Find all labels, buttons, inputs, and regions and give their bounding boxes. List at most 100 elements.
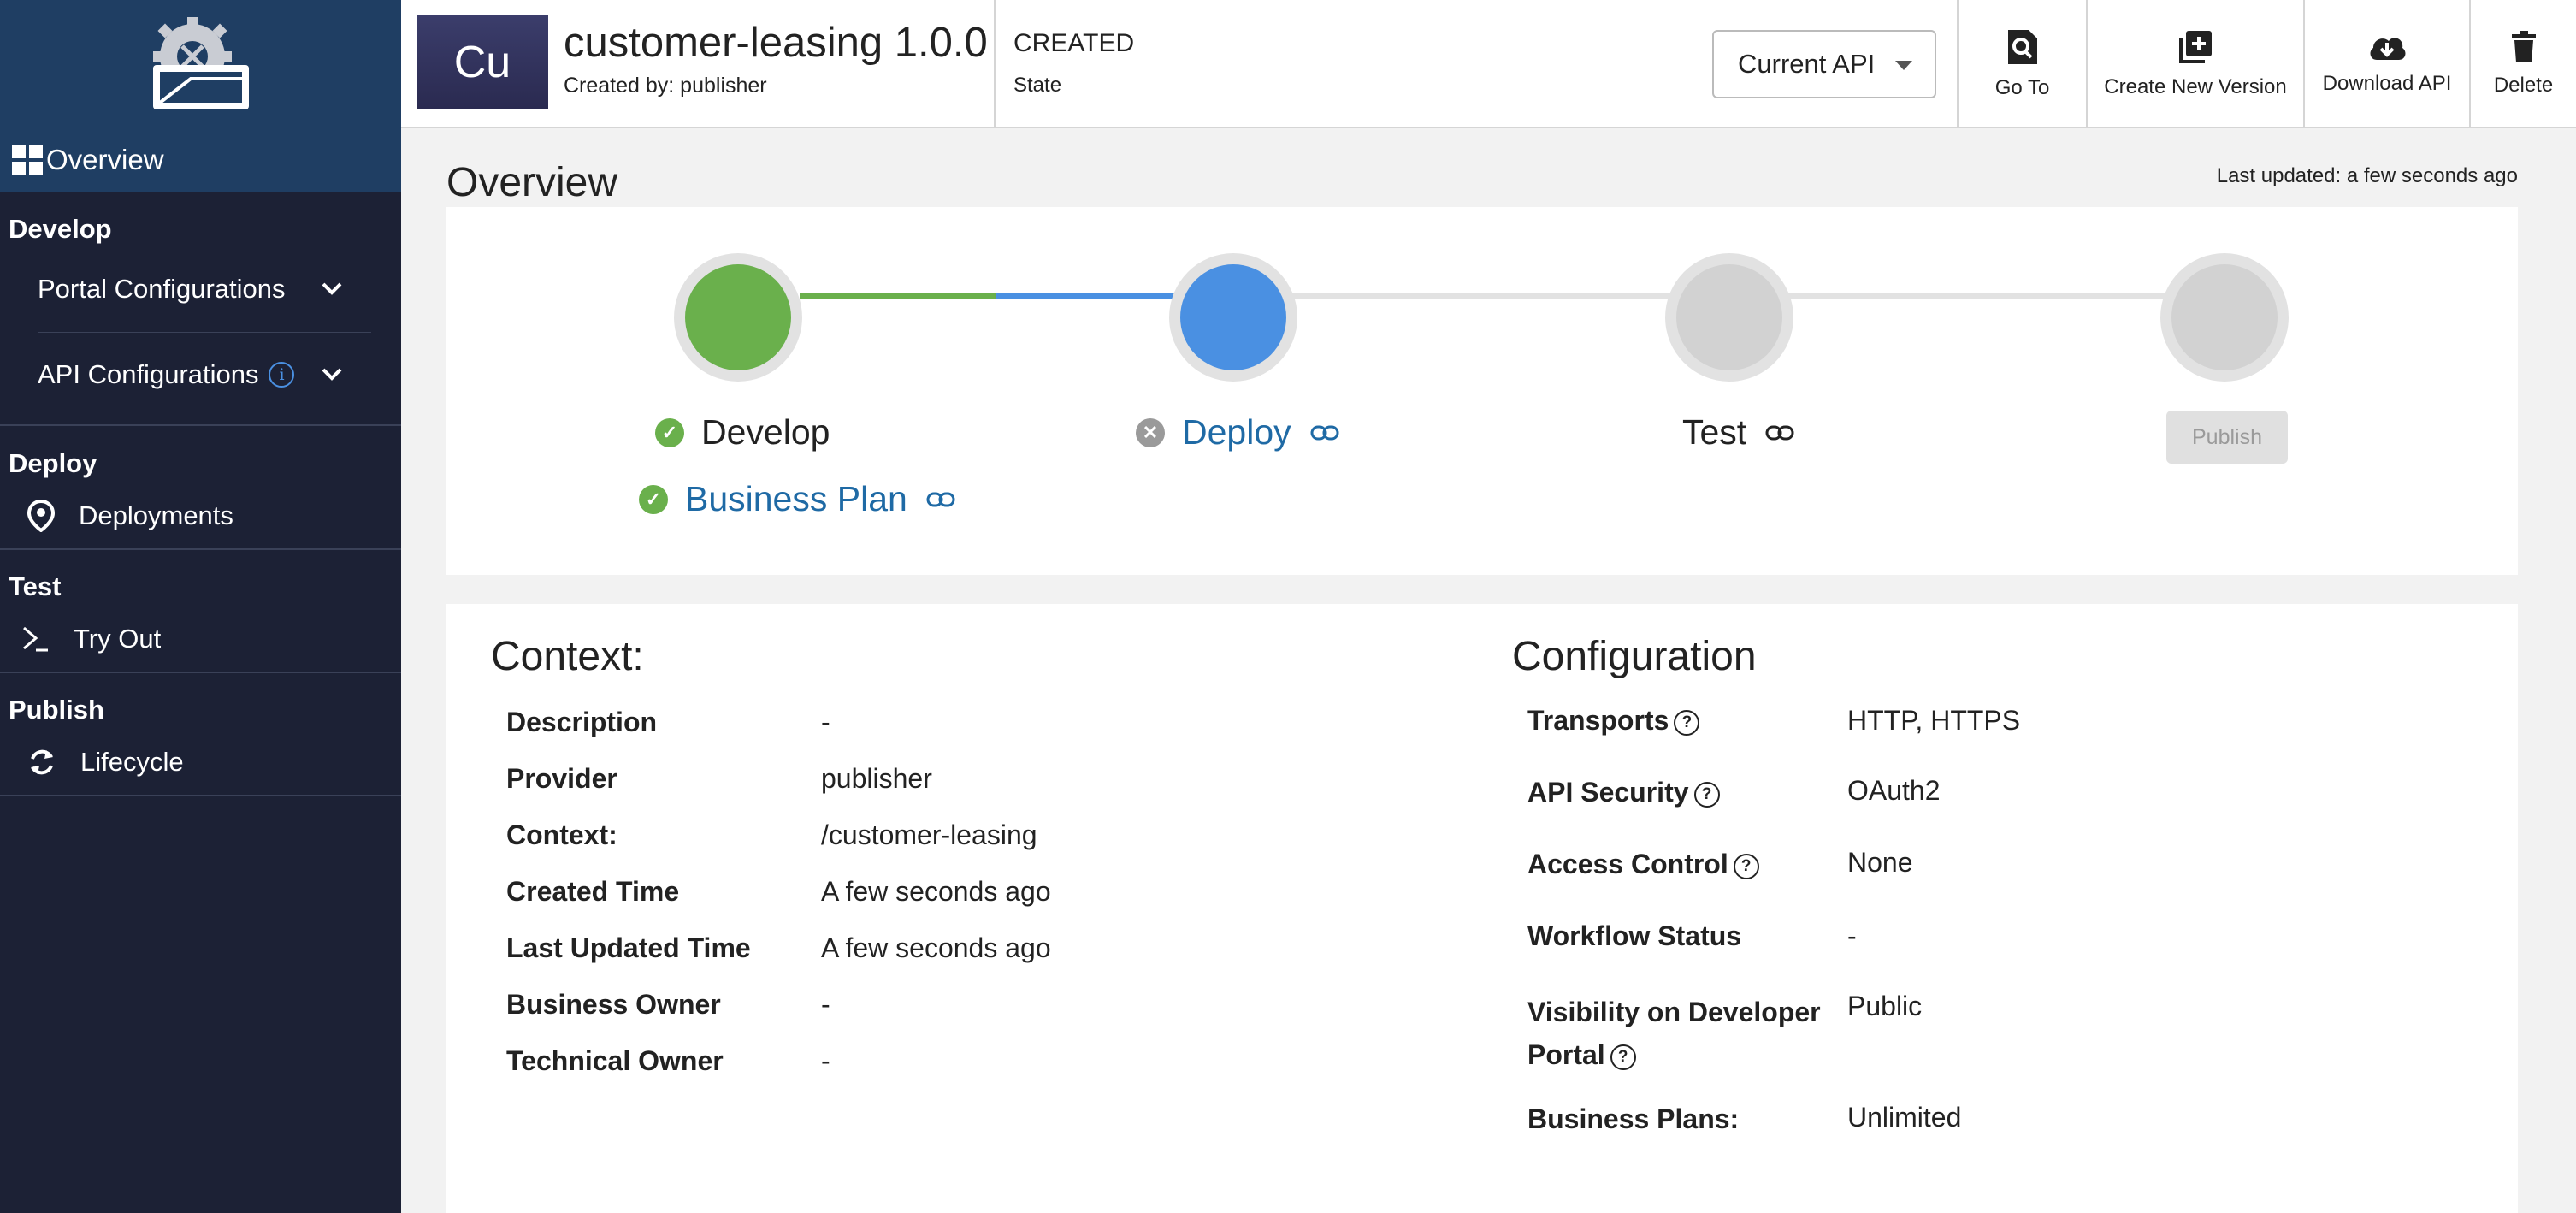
sidebar-item-overview[interactable]: Overview (0, 128, 401, 192)
lifecycle-card: ✓ Develop ✓ Business Plan ✕ Deploy Test … (446, 207, 2518, 575)
transports-value: HTTP, HTTPS (1847, 705, 2021, 736)
track-deploy (996, 293, 1193, 299)
stage-business-plan[interactable]: ✓ Business Plan (639, 479, 955, 519)
stage-develop-circle (674, 253, 802, 382)
context-value: - (821, 707, 830, 737)
stage-test: Test (1682, 412, 1794, 453)
gear-logo-icon (152, 17, 249, 109)
visibility-key-line1: Visibility on Developer (1527, 997, 1821, 1027)
context-key: Technical Owner (506, 1045, 724, 1076)
version-select[interactable]: Current API (1712, 30, 1936, 98)
go-to-label: Go To (1994, 76, 2050, 99)
context-value: /customer-leasing (821, 820, 1037, 850)
add-box-icon (2179, 31, 2212, 63)
create-new-version-label: Create New Version (2104, 75, 2287, 98)
sidebar-item-portal-configurations[interactable]: Portal Configurations (0, 262, 401, 317)
business-plans-key: Business Plans: (1527, 1104, 1740, 1134)
access-control-key-label: Access Control (1527, 849, 1728, 879)
sidebar-item-try-out[interactable]: Try Out (0, 612, 401, 666)
context-value: A few seconds ago (821, 932, 1051, 963)
cloud-download-icon (2370, 38, 2406, 60)
stage-develop-label: Develop (701, 412, 830, 452)
publish-button[interactable]: Publish (2166, 411, 2288, 464)
state-label: State (1013, 74, 1062, 97)
visibility-value: Public (1847, 991, 1923, 1021)
state-value: CREATED (1013, 29, 1135, 57)
context-key: Context: (506, 820, 617, 850)
top-header: Cu customer-leasing 1.0.0 Created by: pu… (401, 0, 2576, 128)
sidebar: Overview Develop Portal Configurations A… (0, 0, 401, 1213)
context-heading: Context: (491, 634, 644, 679)
sidebar-item-label: API Configurations (38, 359, 259, 389)
transports-key: Transports? (1527, 705, 1700, 737)
context-key: Provider (506, 763, 617, 794)
app-logo[interactable] (0, 0, 401, 128)
context-key: Business Owner (506, 989, 721, 1020)
sidebar-item-label: Portal Configurations (38, 274, 286, 304)
track-develop (800, 293, 996, 299)
section-publish: Publish (9, 695, 104, 725)
context-value: - (821, 1045, 830, 1076)
business-plan-link[interactable]: Business Plan (685, 479, 907, 519)
stage-publish-circle (2160, 253, 2289, 382)
sidebar-item-label: Try Out (74, 624, 162, 654)
api-security-value: OAuth2 (1847, 775, 1941, 806)
sidebar-item-lifecycle[interactable]: Lifecycle (0, 736, 401, 789)
help-icon[interactable]: ? (1693, 781, 1720, 808)
api-security-key: API Security? (1527, 777, 1720, 808)
workflow-status-value: - (1847, 920, 1857, 951)
section-develop: Develop (9, 214, 112, 244)
search-doc-icon (2007, 30, 2037, 64)
stage-test-label: Test (1682, 412, 1747, 452)
trash-icon (2511, 31, 2536, 62)
link-icon[interactable] (1765, 424, 1794, 441)
stage-deploy[interactable]: ✕ Deploy (1136, 412, 1339, 453)
grid-icon (12, 145, 43, 175)
help-icon[interactable]: ? (1674, 709, 1700, 736)
link-icon[interactable] (1310, 424, 1339, 441)
stage-develop: ✓ Develop (655, 412, 830, 453)
access-control-value: None (1847, 847, 1913, 878)
api-security-key-label: API Security (1527, 777, 1689, 808)
sidebar-item-deployments[interactable]: Deployments (0, 489, 401, 542)
context-key: Description (506, 707, 658, 737)
stage-deploy-circle (1169, 253, 1297, 382)
context-key: Created Time (506, 876, 680, 907)
section-deploy: Deploy (9, 448, 97, 478)
download-api-label: Download API (2322, 72, 2452, 95)
sidebar-item-label: Deployments (79, 500, 233, 530)
info-icon[interactable]: i (269, 362, 295, 388)
section-test: Test (9, 571, 62, 601)
sidebar-item-label: Lifecycle (80, 747, 184, 777)
create-new-version-button[interactable]: Create New Version (2088, 0, 2303, 128)
visibility-key-line2: Portal (1527, 1039, 1605, 1070)
context-key: Last Updated Time (506, 932, 751, 963)
context-value: publisher (821, 763, 932, 794)
business-plans-value: Unlimited (1847, 1102, 1962, 1133)
access-control-key: Access Control? (1527, 849, 1759, 880)
api-creator: Created by: publisher (564, 74, 767, 98)
terminal-icon (23, 626, 48, 652)
close-circle-icon: ✕ (1136, 417, 1165, 447)
sidebar-item-api-configurations[interactable]: API Configurations i (0, 347, 401, 402)
workflow-status-key: Workflow Status (1527, 920, 1742, 951)
context-value: - (821, 989, 830, 1020)
chevron-down-icon (322, 282, 342, 295)
delete-button[interactable]: Delete (2471, 0, 2576, 128)
sidebar-item-label: Overview (46, 144, 164, 175)
transports-key-label: Transports (1527, 705, 1669, 736)
deploy-link[interactable]: Deploy (1182, 412, 1291, 453)
delete-label: Delete (2493, 74, 2554, 97)
configuration-heading: Configuration (1512, 634, 1757, 679)
help-icon[interactable]: ? (1610, 1044, 1636, 1070)
stage-test-circle (1665, 253, 1793, 382)
last-updated: Last updated: a few seconds ago (2216, 164, 2518, 187)
download-api-button[interactable]: Download API (2305, 0, 2469, 128)
page-title: Overview (446, 160, 618, 205)
context-value: A few seconds ago (821, 876, 1051, 907)
visibility-key: Visibility on Developer Portal? (1527, 991, 1821, 1076)
link-icon[interactable] (926, 491, 955, 508)
chevron-down-icon (322, 368, 342, 381)
help-icon[interactable]: ? (1733, 853, 1759, 879)
go-to-button[interactable]: Go To (1959, 0, 2086, 128)
